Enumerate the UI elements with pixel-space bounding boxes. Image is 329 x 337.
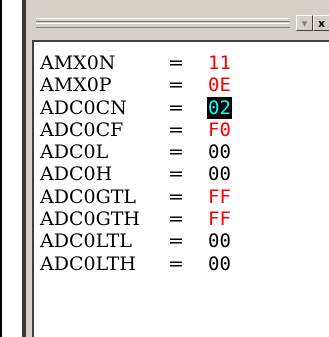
register-name: ADC0GTL — [40, 185, 137, 208]
equals-sign: = — [168, 141, 184, 164]
equals-sign: = — [168, 52, 184, 74]
equals-sign: = — [168, 252, 184, 275]
register-value[interactable]: FF — [208, 186, 231, 208]
register-name: ADC0LTH — [40, 252, 136, 275]
equals-sign: = — [168, 185, 184, 208]
equals-sign: = — [168, 74, 184, 97]
register-name: ADC0L — [40, 141, 109, 164]
register-value[interactable]: 00 — [208, 163, 231, 185]
register-value[interactable]: 00 — [208, 253, 231, 275]
register-value[interactable]: 00 — [208, 230, 231, 252]
panel-titlebar[interactable]: ▾ x — [26, 0, 329, 40]
register-list[interactable]: AMX0N = 11 AMX0P = 0E ADC0CN = 02 ADC0CF = F0 ADC0L =… — [32, 40, 329, 337]
equals-sign: = — [168, 208, 184, 231]
register-value[interactable]: 11 — [208, 52, 231, 74]
register-name: AMX0P — [40, 74, 112, 97]
window-frame-gap — [2, 0, 22, 337]
register-name: ADC0CF — [40, 118, 124, 141]
register-name: ADC0H — [40, 163, 113, 186]
register-value[interactable]: FF — [208, 208, 231, 230]
sfr-panel: ▾ x AMX0N = 11 AMX0P = 0E ADC0CN = 02 ADC0CF = F0 AD… — [26, 0, 329, 337]
equals-sign: = — [168, 118, 184, 141]
drag-grip[interactable] — [36, 18, 290, 28]
equals-sign: = — [168, 96, 184, 119]
register-name: ADC0CN — [40, 96, 127, 119]
equals-sign: = — [168, 163, 184, 186]
register-name: AMX0N — [40, 52, 116, 74]
register-name: ADC0GTH — [40, 208, 141, 231]
register-value[interactable]: 02 — [207, 96, 232, 119]
chevron-down-icon[interactable]: ▾ — [296, 15, 313, 31]
register-value[interactable]: F0 — [208, 119, 231, 141]
close-icon[interactable]: x — [313, 15, 329, 31]
register-value[interactable]: 00 — [208, 141, 231, 163]
register-value[interactable]: 0E — [208, 74, 231, 96]
equals-sign: = — [168, 230, 184, 253]
register-name: ADC0LTL — [40, 230, 132, 253]
